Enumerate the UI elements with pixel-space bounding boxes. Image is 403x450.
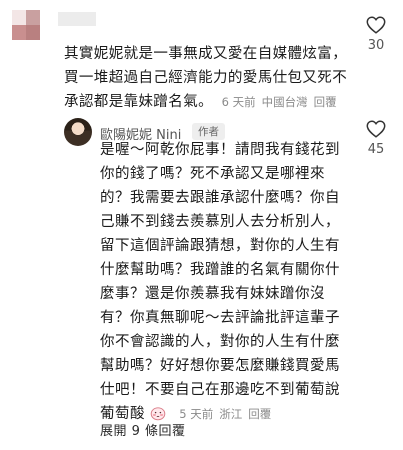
location: 中國台灣 [261, 95, 308, 109]
comment-line: 其實妮妮就是一事無成又愛在自媒體炫富， [64, 46, 348, 62]
reply-button[interactable]: 回覆 [314, 95, 337, 109]
timestamp: 5 天前 [179, 407, 214, 421]
comment-text: 其實妮妮就是一事無成又愛在自媒體炫富， 買一堆超過自己經濟能力的愛馬仕包又死不 … [64, 42, 364, 114]
reply-line: 己賺不到錢去羨慕別人去分析別人， [100, 214, 340, 230]
reply-line: 幫助嗎？好好想你要怎麼賺錢買愛馬 [100, 358, 340, 374]
reply-line: 的？我需要去跟誰承認什麼嗎？你自 [100, 190, 340, 206]
avatar[interactable] [64, 118, 92, 146]
location: 浙江 [219, 407, 243, 421]
comment-meta: 6 天前 中國台灣 回覆 [218, 95, 343, 109]
reply-line: 仕吧！不要自己在那邊吃不到葡萄說 [100, 382, 340, 398]
reply-line: 是喔～阿乾你屁事！請問我有錢花到 [100, 142, 340, 158]
comment-line: 承認都是靠妹蹭名氣。 [64, 94, 213, 110]
comment-line-with-meta: 承認都是靠妹蹭名氣。 6 天前 中國台灣 回覆 [64, 90, 364, 114]
comment-line: 買一堆超過自己經濟能力的愛馬仕包又死不 [64, 70, 348, 86]
reply-line: 什麼幫助嗎？我蹭誰的名氣有關你什 [100, 262, 340, 278]
shy-face-emoji-icon [150, 407, 166, 421]
reply-line: 你的錢了嗎？死不承認又是哪裡來 [100, 166, 325, 182]
username-redacted [58, 12, 96, 26]
timestamp: 6 天前 [221, 95, 256, 109]
reply-line: 有？你真無聊呢～去評論批評這輩子 [100, 310, 340, 326]
reply-button[interactable]: 回覆 [248, 407, 271, 421]
reply-text: 是喔～阿乾你屁事！請問我有錢花到 你的錢了嗎？死不承認又是哪裡來 的？我需要去跟… [100, 138, 362, 426]
like-count: 45 [367, 142, 385, 157]
reply-line: 你不會認識的人，對你的人生有什麼 [100, 334, 340, 350]
heart-icon[interactable] [365, 118, 387, 140]
reply-meta: 5 天前 浙江 回覆 [179, 407, 277, 421]
heart-icon[interactable] [365, 14, 387, 36]
avatar[interactable] [12, 10, 54, 40]
like-area[interactable]: 45 [356, 118, 396, 157]
expand-replies-button[interactable]: 展開 9 條回覆 [100, 420, 186, 439]
reply-line: 留下這個評論跟猜想，對你的人生有 [100, 238, 340, 254]
reply-line: 麼事？還是你羨慕我有妹妹蹭你沒 [100, 286, 325, 302]
